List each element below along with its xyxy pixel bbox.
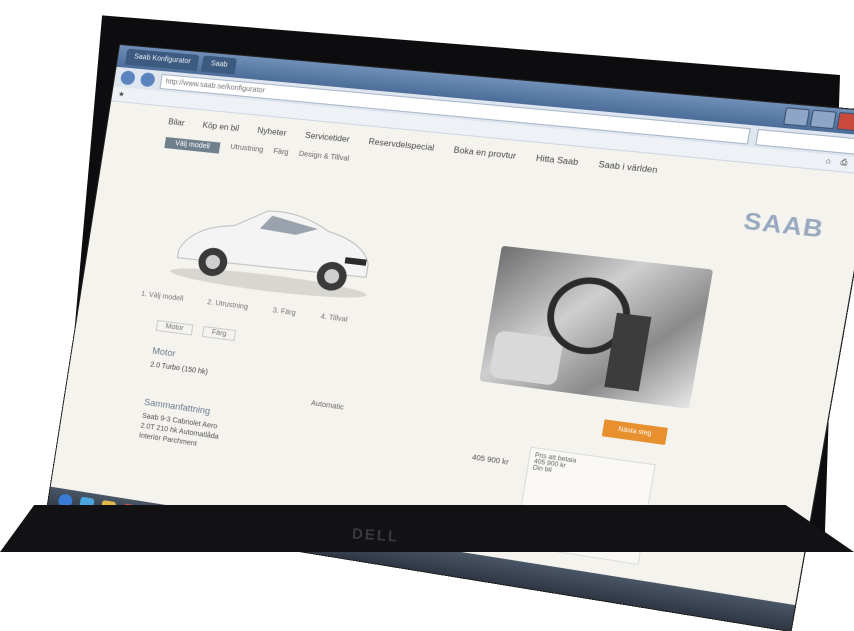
nav-item[interactable]: Boka en provtur (453, 145, 517, 161)
laptop: Saab Konfigurator Saab http://www.saab.s… (0, 0, 854, 631)
interior-image (479, 245, 714, 409)
nav-item[interactable]: Servicetider (304, 131, 350, 145)
laptop-brand-logo: DELL (351, 525, 400, 546)
maximize-button[interactable] (809, 109, 837, 130)
car-image (168, 179, 387, 304)
nav-item[interactable]: Nyheter (257, 126, 287, 138)
nav-item[interactable]: Reservdelspecial (368, 137, 435, 153)
favorites-star-icon[interactable]: ★ (118, 90, 125, 99)
forward-icon[interactable] (139, 72, 156, 88)
step-item[interactable]: 3. Färg (272, 307, 296, 317)
ie-toolbar: ⌂ ⎙ ⚙ (825, 158, 854, 171)
browser-tab[interactable]: Saab (201, 55, 237, 75)
summary-list: Saab 9-3 Cabriolet Aero 2.0T 210 hk Auto… (138, 412, 221, 453)
subnav-item-active[interactable]: Välj modell (164, 137, 221, 154)
nav-item[interactable]: Hitta Saab (535, 153, 579, 167)
price-label: 405 900 kr (471, 454, 510, 467)
section-title: Motor (151, 345, 177, 359)
laptop-base (0, 505, 854, 552)
subnav-item[interactable]: Design & Tillval (298, 151, 349, 167)
print-icon[interactable]: ⎙ (840, 159, 848, 168)
minimize-button[interactable] (782, 107, 811, 127)
saab-logo[interactable]: SAAB (742, 207, 826, 244)
option-tab[interactable]: Färg (201, 325, 237, 342)
nav-item[interactable]: Saab i världen (598, 160, 658, 175)
home-icon[interactable]: ⌂ (825, 158, 831, 167)
nav-item[interactable]: Bilar (168, 117, 186, 128)
next-step-button[interactable]: Nästa steg (601, 419, 668, 445)
close-button[interactable] (836, 111, 854, 133)
subnav-item[interactable]: Färg (272, 148, 289, 161)
back-icon[interactable] (119, 70, 136, 86)
option-tabs: Motor Färg (155, 319, 237, 342)
seat-shape (488, 330, 564, 386)
step-item[interactable]: 4. Tillval (320, 313, 348, 323)
engine-option[interactable]: 2.0 Turbo (150 hk) (150, 361, 209, 376)
option-tab[interactable]: Motor (155, 319, 194, 336)
subnav-item[interactable]: Utrustning (229, 144, 264, 158)
window-controls (782, 107, 854, 133)
transmission-value[interactable]: Automatic (310, 400, 344, 412)
step-item[interactable]: 2. Utrustning (207, 299, 249, 311)
nav-item[interactable]: Köp en bil (202, 121, 240, 134)
step-item[interactable]: 1. Välj modell (141, 291, 184, 303)
browser-tab[interactable]: Saab Konfigurator (124, 48, 200, 72)
